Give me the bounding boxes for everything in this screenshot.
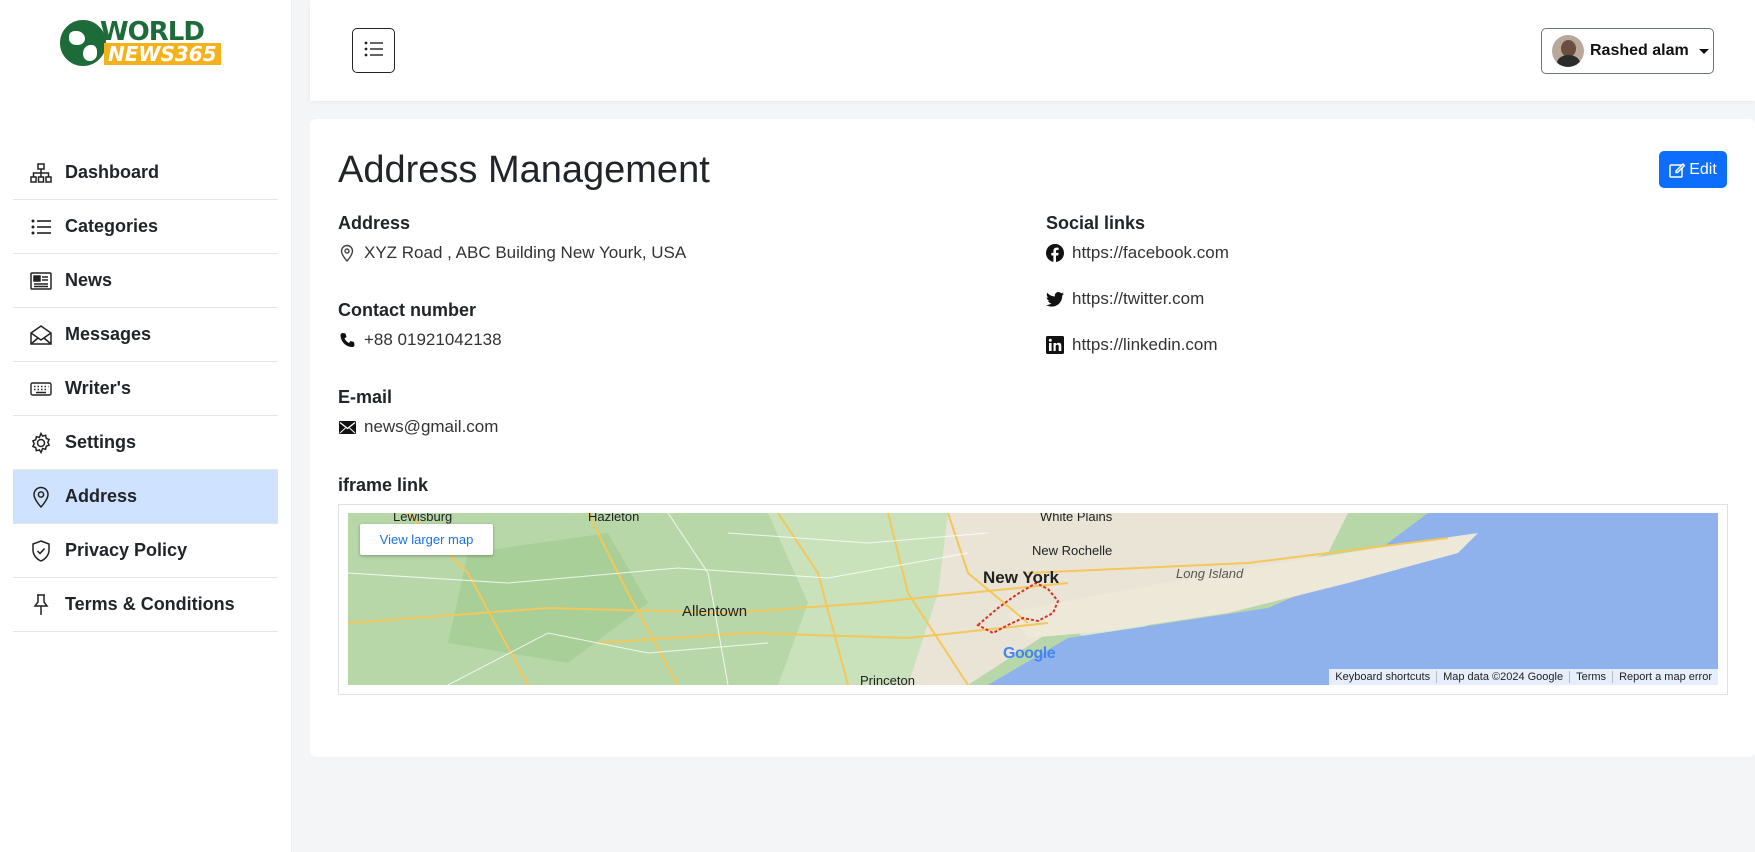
sidebar-item-label: News (65, 270, 113, 290)
sidebar-item-label: Categories (65, 216, 159, 236)
email-label: E-mail (338, 387, 393, 407)
view-larger-map-button[interactable]: View larger map (360, 524, 493, 555)
edit-icon (1669, 162, 1686, 178)
keyboard-shortcuts-link[interactable]: Keyboard shortcuts (1329, 671, 1436, 683)
report-map-error-link[interactable]: Report a map error (1612, 671, 1718, 683)
sidebar-item-privacy-policy[interactable]: Privacy Policy (13, 524, 278, 578)
linkedin-icon (1046, 336, 1064, 354)
sidebar-item-label: Writer's (65, 378, 131, 398)
envelope-icon (30, 324, 52, 346)
sidebar-toggle-button[interactable] (352, 28, 395, 73)
google-map-logo: Google (1003, 645, 1056, 662)
sidebar-item-categories[interactable]: Categories (13, 200, 278, 254)
map-pin-icon (30, 486, 52, 508)
caret-down-icon (1698, 48, 1709, 54)
sidebar-item-label: Dashboard (65, 162, 160, 182)
map-attribution-bar: Keyboard shortcuts Map data ©2024 Google… (1329, 669, 1718, 685)
sidebar-item-label: Address (65, 486, 138, 506)
map-place-long-island: Long Island (1176, 566, 1244, 581)
facebook-link[interactable]: https://facebook.com (1046, 243, 1229, 263)
map-place-hazleton: Hazleton (588, 513, 640, 524)
sidebar-item-settings[interactable]: Settings (13, 416, 278, 470)
facebook-icon (1046, 244, 1064, 262)
sidebar-item-address[interactable]: Address (13, 470, 278, 524)
keyboard-icon (30, 378, 52, 400)
sidebar-nav: Dashboard Categories News Messages Write… (13, 146, 278, 632)
map-place-princeton: Princeton (860, 673, 915, 685)
sidebar-item-news[interactable]: News (13, 254, 278, 308)
phone-icon (338, 331, 356, 349)
address-card: Address Management Edit Address XYZ Road… (310, 119, 1755, 757)
address-label: Address (338, 213, 411, 233)
map-pin-icon (338, 244, 356, 262)
avatar (1552, 35, 1584, 67)
sidebar: WORLD NEWS365 Dashboard Categories News (0, 0, 292, 852)
envelope-icon (338, 418, 356, 436)
address-value-row: XYZ Road , ABC Building New Yourk, USA (338, 243, 686, 263)
gear-icon (30, 431, 52, 454)
map-place-white-plains: White Plains (1040, 513, 1113, 524)
top-header: Rashed alam (310, 0, 1755, 101)
email-value-row: news@gmail.com (338, 417, 498, 437)
facebook-url: https://facebook.com (1072, 243, 1229, 262)
map-data-credit: Map data ©2024 Google (1436, 671, 1569, 683)
sidebar-item-terms[interactable]: Terms & Conditions (13, 578, 278, 632)
sidebar-item-writers[interactable]: Writer's (13, 362, 278, 416)
social-links-label: Social links (1046, 213, 1146, 233)
contact-value: +88 01921042138 (364, 330, 502, 349)
google-map[interactable]: View larger map Lewisburg Hazleton White… (348, 513, 1718, 685)
pin-icon (30, 593, 52, 616)
contact-label: Contact number (338, 300, 477, 320)
twitter-link[interactable]: https://twitter.com (1046, 289, 1204, 309)
twitter-icon (1046, 290, 1064, 308)
map-embed-frame: View larger map Lewisburg Hazleton White… (338, 504, 1728, 695)
map-place-allentown: Allentown (682, 603, 748, 620)
user-name: Rashed alam (1590, 42, 1689, 59)
edit-button-label: Edit (1689, 160, 1717, 178)
sidebar-item-label: Messages (65, 324, 152, 344)
page-title: Address Management (338, 149, 710, 191)
map-place-lewisburg: Lewisburg (393, 513, 453, 524)
user-menu-dropdown[interactable]: Rashed alam (1541, 28, 1714, 74)
linkedin-link[interactable]: https://linkedin.com (1046, 335, 1218, 355)
shield-check-icon (30, 539, 52, 562)
twitter-url: https://twitter.com (1072, 289, 1205, 308)
sidebar-item-label: Privacy Policy (65, 540, 188, 560)
newspaper-icon (30, 270, 52, 292)
map-place-new-rochelle: New Rochelle (1032, 543, 1113, 558)
sidebar-item-messages[interactable]: Messages (13, 308, 278, 362)
email-value: news@gmail.com (364, 417, 499, 436)
map-place-new-york: New York (983, 568, 1059, 587)
sidebar-item-label: Settings (65, 432, 137, 452)
brand-logo[interactable]: WORLD NEWS365 (60, 18, 232, 70)
sitemap-icon (30, 162, 52, 184)
address-value: XYZ Road , ABC Building New Yourk, USA (364, 243, 687, 262)
sidebar-item-label: Terms & Conditions (65, 594, 235, 614)
sidebar-item-dashboard[interactable]: Dashboard (13, 146, 278, 200)
list-icon (30, 216, 52, 238)
map-terms-link[interactable]: Terms (1569, 671, 1612, 683)
edit-button[interactable]: Edit (1659, 151, 1727, 188)
linkedin-url: https://linkedin.com (1072, 335, 1218, 354)
contact-value-row: +88 01921042138 (338, 330, 502, 350)
iframe-label: iframe link (338, 475, 429, 495)
brand-line2: NEWS365 (104, 43, 221, 65)
list-icon (364, 41, 384, 61)
